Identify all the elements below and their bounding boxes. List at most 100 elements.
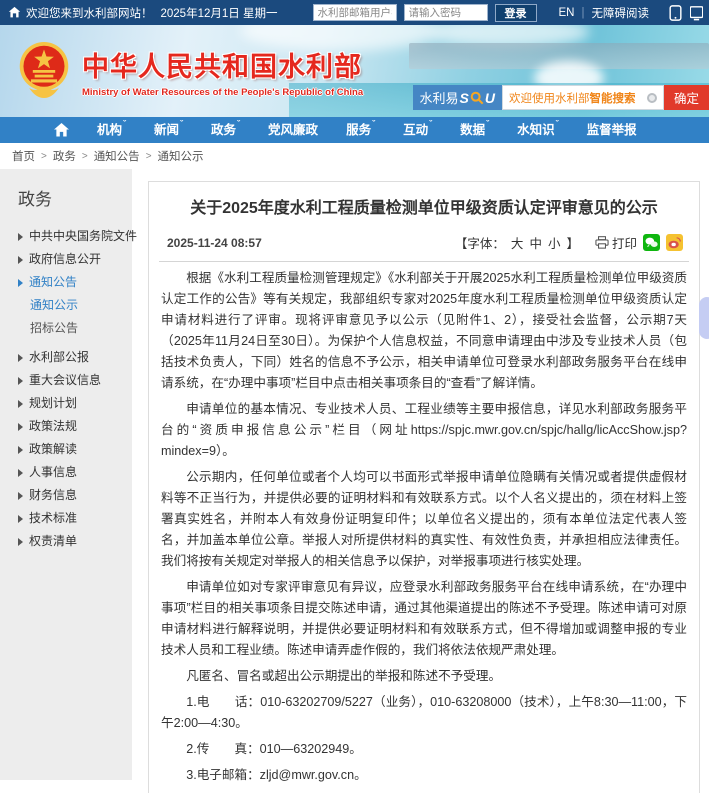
font-size-medium[interactable]: 中 <box>529 233 542 252</box>
sidebar-item-bulletin[interactable]: 水利部公报 <box>18 346 132 369</box>
caret-down-icon <box>372 117 375 131</box>
sidebar-item-planning[interactable]: 规划计划 <box>18 392 132 415</box>
search-confirm-button[interactable]: 确定 <box>664 85 709 110</box>
sidebar: 政务 中共中央国务院文件 政府信息公开 通知公告 通知公示 招标公告 水利部公报… <box>0 169 132 780</box>
breadcrumb-separator: > <box>82 151 88 162</box>
page: 欢迎您来到水利部网站！ 2025年12月1日 星期一 登录 EN | 无障碍阅读… <box>0 0 709 793</box>
national-emblem-icon <box>16 40 72 100</box>
breadcrumb-separator: > <box>41 151 47 162</box>
caret-down-icon <box>429 117 432 131</box>
breadcrumb: 首页 > 政务 > 通知公告 > 通知公示 <box>0 143 709 169</box>
search-bar: 水利易SU 欢迎使用水利部智能搜索 确定 <box>413 85 709 110</box>
top-utility-bar: 欢迎您来到水利部网站！ 2025年12月1日 星期一 登录 EN | 无障碍阅读 <box>0 0 709 25</box>
search-input[interactable]: 欢迎使用水利部智能搜索 <box>502 85 664 110</box>
sidebar-item-info-disclosure[interactable]: 政府信息公开 <box>18 248 132 271</box>
mailbox-username-input[interactable] <box>313 4 397 21</box>
nav-item-news[interactable]: 新闻 <box>140 117 197 143</box>
sidebar-item-tender-notices[interactable]: 招标公告 <box>18 317 132 340</box>
arrow-right-icon <box>18 279 23 287</box>
font-size-large[interactable]: 大 <box>511 233 524 252</box>
main-nav: 机构 新闻 政务 党风廉政 服务 互动 数据 水知识 监督举报 <box>0 117 709 143</box>
nav-item-party-conduct[interactable]: 党风廉政 <box>254 117 332 143</box>
scrollbar-thumb[interactable] <box>699 297 709 339</box>
sidebar-item-central-docs[interactable]: 中共中央国务院文件 <box>18 225 132 248</box>
accessibility-link[interactable]: 无障碍阅读 <box>592 5 650 21</box>
caret-down-icon <box>180 117 183 131</box>
breadcrumb-current[interactable]: 通知公示 <box>158 148 204 164</box>
contact-fax: 2.传 真：010—63202949。 <box>161 739 687 760</box>
paragraph: 公示期内，任何单位或者个人均可以书面形式举报申请单位隐瞒有关情况或者提供虚假材料… <box>161 467 687 572</box>
magnifier-icon <box>470 91 484 105</box>
site-title-block: 中华人民共和国水利部 Ministry of Water Resources o… <box>82 45 363 98</box>
paragraph: 申请单位如对专家评审意见有异议，应登录水利部政务服务平台在线申请系统，在“办理中… <box>161 577 687 661</box>
contact-phone: 1.电 话：010-63202709/5227（业务），010-63208000… <box>161 692 687 734</box>
sidebar-item-responsibility-list[interactable]: 权责清单 <box>18 530 132 553</box>
wechat-share-icon[interactable] <box>643 234 660 251</box>
contact-email: 3.电子邮箱：zljd@mwr.gov.cn。 <box>161 765 687 786</box>
nav-item-interaction[interactable]: 互动 <box>389 117 446 143</box>
nav-item-water-knowledge[interactable]: 水知识 <box>503 117 573 143</box>
arrow-right-icon <box>18 233 23 241</box>
arrow-right-icon <box>18 400 23 408</box>
nav-item-report[interactable]: 监督举报 <box>573 117 651 143</box>
paragraph: 申请单位的基本情况、专业技术人员、工程业绩等主要申报信息，详见水利部政务服务平台… <box>161 399 687 462</box>
sidebar-item-finance[interactable]: 财务信息 <box>18 484 132 507</box>
weibo-share-icon[interactable] <box>666 234 683 251</box>
caret-down-icon <box>556 117 559 131</box>
home-icon <box>54 123 69 137</box>
language-toggle-en[interactable]: EN <box>559 7 575 19</box>
header-banner: 中华人民共和国水利部 Ministry of Water Resources o… <box>0 25 709 117</box>
sidebar-item-policy-interpretation[interactable]: 政策解读 <box>18 438 132 461</box>
sidebar-title: 政务 <box>18 185 132 210</box>
title-divider <box>159 261 689 262</box>
breadcrumb-separator: > <box>146 151 152 162</box>
site-name: 中华人民共和国水利部 <box>82 45 363 84</box>
home-icon <box>8 6 21 19</box>
arrow-right-icon <box>18 538 23 546</box>
caret-down-icon <box>123 117 126 131</box>
print-button[interactable]: 打印 <box>595 233 637 252</box>
current-date: 2025年12月1日 星期一 <box>161 5 278 21</box>
mobile-icon[interactable] <box>669 5 682 21</box>
sidebar-item-major-meetings[interactable]: 重大会议信息 <box>18 369 132 392</box>
search-placeholder: 欢迎使用水利部 <box>509 90 590 106</box>
publish-date: 2025-11-24 08:57 <box>167 236 262 250</box>
search-brand: 水利易SU <box>413 85 502 110</box>
article-body: 根据《水利工程质量检测管理规定》《水利部关于开展2025水利工程质量检测单位甲级… <box>157 268 691 793</box>
font-size-label: 【字体： <box>455 233 505 252</box>
voice-search-icon[interactable] <box>647 93 657 103</box>
nav-item-gov-affairs[interactable]: 政务 <box>197 117 254 143</box>
welcome-text: 欢迎您来到水利部网站！ <box>26 5 153 21</box>
sidebar-item-personnel[interactable]: 人事信息 <box>18 461 132 484</box>
font-size-small[interactable]: 小 <box>548 233 561 252</box>
breadcrumb-home[interactable]: 首页 <box>12 148 35 164</box>
search-brand-u: U <box>485 90 495 106</box>
sidebar-item-notices[interactable]: 通知公告 <box>18 271 132 294</box>
search-brand-text: 水利易 <box>420 88 459 107</box>
printer-icon <box>595 236 609 249</box>
arrow-right-icon <box>18 354 23 362</box>
arrow-right-icon <box>18 377 23 385</box>
arrow-right-icon <box>18 446 23 454</box>
arrow-right-icon <box>18 256 23 264</box>
nav-item-data[interactable]: 数据 <box>446 117 503 143</box>
tablet-icon[interactable] <box>690 5 703 21</box>
sidebar-item-tech-standards[interactable]: 技术标准 <box>18 507 132 530</box>
site-name-english: Ministry of Water Resources of the Peopl… <box>82 87 363 98</box>
arrow-right-icon <box>18 469 23 477</box>
search-brand-s: S <box>460 90 469 106</box>
password-input[interactable] <box>404 4 488 21</box>
nav-home[interactable] <box>40 123 83 137</box>
nav-item-services[interactable]: 服务 <box>332 117 389 143</box>
article-panel: 关于2025年度水利工程质量检测单位甲级资质认定评审意见的公示 2025-11-… <box>148 181 700 793</box>
sidebar-item-public-notices[interactable]: 通知公示 <box>18 294 132 317</box>
caret-down-icon <box>486 117 489 131</box>
arrow-right-icon <box>18 423 23 431</box>
login-button[interactable]: 登录 <box>495 4 537 22</box>
breadcrumb-notices[interactable]: 通知公告 <box>94 148 140 164</box>
paragraph: 凡匿名、冒名或超出公示期提出的举报和陈述不予受理。 <box>161 666 687 687</box>
nav-item-orgs[interactable]: 机构 <box>83 117 140 143</box>
breadcrumb-gov[interactable]: 政务 <box>53 148 76 164</box>
sidebar-item-policies-regs[interactable]: 政策法规 <box>18 415 132 438</box>
search-placeholder-highlight: 智能搜索 <box>589 90 635 106</box>
